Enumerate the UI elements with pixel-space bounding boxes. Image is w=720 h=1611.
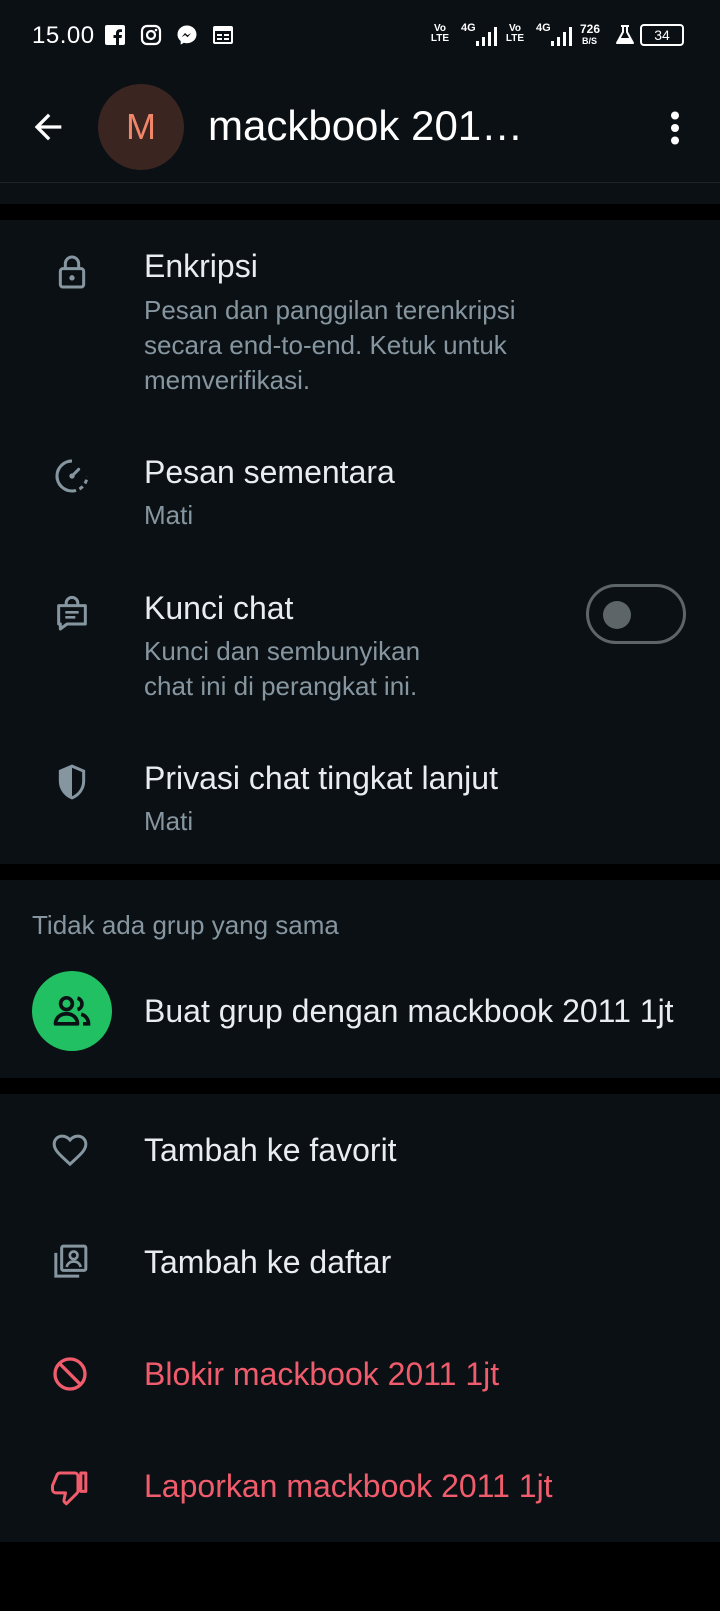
create-group-label: Buat grup dengan mackbook 2011 1jt	[144, 993, 674, 1029]
contact-list-icon	[54, 1244, 88, 1278]
report-contact-label: Laporkan mackbook 2011 1jt	[144, 1468, 553, 1504]
chat-lock-icon	[57, 595, 87, 631]
block-icon	[53, 1357, 87, 1391]
thumbs-down-icon	[51, 1471, 88, 1506]
chat-lock-toggle[interactable]	[586, 584, 686, 644]
disappearing-messages-status: Mati	[144, 500, 194, 530]
volte-label-1: Vo LTE	[430, 23, 450, 44]
chat-lock-title: Kunci chat	[144, 590, 294, 626]
instagram-icon	[140, 24, 162, 46]
volte-label-2: Vo LTE	[505, 23, 525, 44]
facebook-icon	[105, 25, 125, 45]
heart-icon	[52, 1134, 88, 1167]
page-title[interactable]: mackbook 201…	[208, 102, 523, 150]
signal-icon-2	[551, 27, 572, 46]
encryption-title: Enkripsi	[144, 248, 258, 284]
flask-icon	[616, 25, 634, 44]
messenger-icon	[177, 25, 197, 45]
chat-lock-subtitle-line2: chat ini di perangkat ini.	[144, 671, 418, 701]
shield-icon	[58, 764, 86, 800]
toggle-knob	[603, 601, 631, 629]
disappearing-messages-title: Pesan sementara	[144, 454, 395, 490]
lock-icon	[58, 255, 86, 289]
create-group-avatar	[32, 971, 112, 1051]
more-options-icon[interactable]	[655, 106, 695, 150]
timer-icon	[55, 459, 89, 493]
chat-lock-subtitle-line1: Kunci dan sembunyikan	[144, 636, 421, 666]
net-speed-value: 726	[580, 22, 601, 36]
back-arrow-icon[interactable]	[28, 107, 68, 147]
calendar-icon	[213, 26, 233, 44]
block-contact-label: Blokir mackbook 2011 1jt	[144, 1356, 500, 1392]
net-speed-unit: B/S	[582, 36, 598, 46]
status-time: 15.00	[32, 22, 95, 49]
avatar[interactable]: M	[98, 84, 184, 170]
signal-icon-1	[476, 27, 497, 46]
common-groups-label: Tidak ada grup yang sama	[32, 910, 339, 940]
encryption-subtitle: Pesan dan panggilan terenkripsi secara e…	[144, 295, 516, 395]
add-to-list-label: Tambah ke daftar	[144, 1244, 392, 1280]
advanced-privacy-title: Privasi chat tingkat lanjut	[144, 760, 498, 796]
battery-indicator: 34	[640, 24, 684, 46]
top-strip	[0, 183, 720, 204]
group-icon	[53, 995, 91, 1026]
add-favorite-label: Tambah ke favorit	[144, 1132, 397, 1168]
advanced-privacy-status: Mati	[144, 806, 194, 836]
